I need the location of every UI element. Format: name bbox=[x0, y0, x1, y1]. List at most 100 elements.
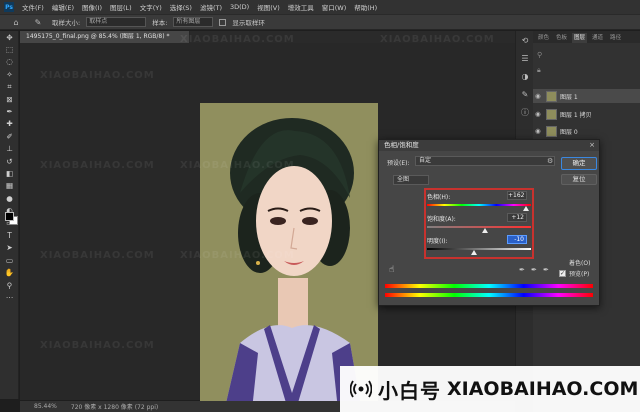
ok-button[interactable]: 确定 bbox=[561, 157, 597, 170]
quick-select-tool-icon[interactable]: ✧ bbox=[0, 68, 19, 80]
menu-file[interactable]: 文件(F) bbox=[22, 2, 44, 12]
healing-brush-icon[interactable]: ✚ bbox=[0, 118, 19, 130]
brush-tool-icon[interactable]: ✐ bbox=[0, 130, 19, 142]
move-tool-icon[interactable]: ✥ bbox=[0, 31, 19, 43]
watermark-text: XIAOBAIHAO.COM bbox=[380, 34, 495, 45]
broadcast-icon bbox=[350, 380, 372, 398]
properties-icon[interactable]: ☰ bbox=[516, 49, 534, 67]
preset-select[interactable]: 自定 bbox=[415, 156, 555, 166]
lightness-slider-thumb[interactable] bbox=[470, 250, 477, 255]
menu-3d[interactable]: 3D(D) bbox=[230, 3, 249, 11]
home-icon[interactable]: ⌂ bbox=[8, 17, 24, 28]
tab-swatches[interactable]: 色板 bbox=[554, 33, 569, 43]
menu-window[interactable]: 窗口(W) bbox=[322, 2, 347, 12]
saturation-value-input[interactable]: +12 bbox=[507, 213, 527, 222]
brand-url: XIAOBAIHAO.COM bbox=[447, 378, 639, 400]
options-bar: ⌂ ✎ 取样大小: 取样点 样本: 所有图层 显示取样环 bbox=[0, 14, 640, 30]
eyedropper-minus-icon[interactable]: ✒ bbox=[543, 266, 549, 274]
saturation-slider-track[interactable] bbox=[427, 226, 531, 228]
preview-toggle[interactable]: ✓ 预览(P) bbox=[559, 269, 589, 278]
menu-view[interactable]: 视图(V) bbox=[257, 2, 280, 12]
dialog-title-bar[interactable]: 色相/饱和度 × bbox=[379, 140, 599, 151]
layer-row[interactable]: ◉ 图层 1 拷贝 bbox=[533, 107, 640, 121]
close-icon[interactable]: × bbox=[589, 140, 595, 151]
foreground-color-swatch[interactable] bbox=[5, 212, 14, 221]
clone-stamp-icon[interactable]: ⊥ bbox=[0, 143, 19, 155]
type-tool-icon[interactable]: T bbox=[0, 229, 19, 241]
hand-tool-icon[interactable]: ✋ bbox=[0, 266, 19, 278]
zoom-level[interactable]: 85.44% bbox=[34, 403, 57, 410]
sample-label: 样本: bbox=[152, 19, 168, 27]
menu-layer[interactable]: 图层(L) bbox=[110, 2, 132, 12]
eyedropper-plus-icon[interactable]: ✒ bbox=[531, 266, 537, 274]
watermark-text: XIAOBAIHAO.COM bbox=[180, 250, 295, 261]
photoshop-logo-icon[interactable]: Ps bbox=[4, 2, 14, 12]
blur-tool-icon[interactable]: ● bbox=[0, 192, 19, 204]
hue-label: 色相(H): bbox=[427, 194, 451, 201]
hue-saturation-dialog: 色相/饱和度 × 预设(E): 自定 ⚙ 确定 复位 全图 色相(H): +16… bbox=[378, 139, 600, 306]
hue-slider-track[interactable] bbox=[427, 204, 531, 206]
history-brush-icon[interactable]: ↺ bbox=[0, 155, 19, 167]
watermark-text: XIAOBAIHAO.COM bbox=[180, 34, 295, 45]
path-select-icon[interactable]: ➤ bbox=[0, 242, 19, 254]
watermark-text: XIAOBAIHAO.COM bbox=[40, 70, 155, 81]
gear-icon[interactable]: ⚙ bbox=[547, 157, 553, 165]
lightness-value-input[interactable]: -10 bbox=[507, 235, 527, 244]
eyedropper-icon[interactable]: ✒ bbox=[0, 105, 19, 117]
menu-edit[interactable]: 编辑(E) bbox=[52, 2, 74, 12]
history-icon[interactable]: ⟲ bbox=[516, 31, 534, 49]
menu-filter[interactable]: 滤镜(T) bbox=[200, 2, 222, 12]
lightness-slider-track[interactable] bbox=[427, 248, 531, 250]
sample-layers-select[interactable]: 所有图层 bbox=[173, 17, 214, 27]
watermark-text: XIAOBAIHAO.COM bbox=[180, 160, 295, 171]
brush-settings-icon[interactable]: ✎ bbox=[516, 85, 534, 103]
layer-row[interactable]: ◉ 图层 1 bbox=[533, 89, 640, 103]
colorize-label[interactable]: 着色(O) bbox=[569, 258, 590, 267]
reset-button[interactable]: 复位 bbox=[561, 174, 597, 185]
channel-select[interactable]: 全图 bbox=[393, 175, 429, 185]
filter-icon[interactable]: ⚲ bbox=[537, 51, 542, 59]
crop-tool-icon[interactable]: ⌗ bbox=[0, 81, 19, 93]
brand-watermark-banner: 小白号 XIAOBAIHAO.COM bbox=[340, 366, 640, 412]
tab-layers[interactable]: 图层 bbox=[572, 33, 588, 43]
info-icon[interactable]: ⓘ bbox=[516, 103, 534, 121]
gradient-tool-icon[interactable]: ▦ bbox=[0, 180, 19, 192]
more-tools-icon[interactable]: ⋯ bbox=[0, 291, 19, 303]
tab-color[interactable]: 颜色 bbox=[536, 33, 551, 43]
layer-thumbnail bbox=[546, 90, 557, 102]
layer-thumbnail bbox=[546, 125, 557, 137]
menu-image[interactable]: 图像(I) bbox=[82, 2, 102, 12]
eye-icon[interactable]: ◉ bbox=[535, 110, 543, 118]
menu-plugins[interactable]: 增效工具 bbox=[288, 2, 314, 12]
menu-help[interactable]: 帮助(H) bbox=[354, 2, 377, 12]
eye-icon[interactable]: ◉ bbox=[535, 127, 543, 135]
tab-channels[interactable]: 通道 bbox=[590, 33, 605, 43]
saturation-slider-thumb[interactable] bbox=[482, 228, 489, 233]
layer-row[interactable]: ◉ 图层 0 bbox=[533, 124, 640, 138]
adjustments-icon[interactable]: ◑ bbox=[516, 67, 534, 85]
document-tab[interactable]: 1495175_0_final.png @ 85.4% (图层 1, RGB/8… bbox=[20, 31, 190, 43]
tab-paths[interactable]: 路径 bbox=[608, 33, 623, 43]
sample-size-select[interactable]: 取样点 bbox=[86, 17, 147, 27]
eraser-tool-icon[interactable]: ◧ bbox=[0, 167, 19, 179]
eyedropper-tool-icon[interactable]: ✎ bbox=[30, 17, 46, 28]
menu-select[interactable]: 选择(S) bbox=[170, 2, 192, 12]
dialog-title: 色相/饱和度 bbox=[384, 141, 419, 149]
brand-name: 小白号 bbox=[378, 378, 441, 403]
hue-slider-thumb[interactable] bbox=[522, 206, 529, 211]
menu-type[interactable]: 文字(Y) bbox=[140, 2, 162, 12]
targeted-adjustment-hand-icon[interactable]: ☝ bbox=[389, 265, 394, 275]
preview-checkbox[interactable]: ✓ bbox=[559, 270, 566, 277]
eyedropper-icon[interactable]: ✒ bbox=[519, 266, 525, 274]
layer-name: 图层 1 bbox=[560, 93, 578, 101]
frame-tool-icon[interactable]: ⊠ bbox=[0, 93, 19, 105]
document-dimensions: 720 像素 x 1280 像素 (72 ppi) bbox=[70, 404, 159, 411]
zoom-tool-icon[interactable]: ⚲ bbox=[0, 279, 19, 291]
hue-value-input[interactable]: +162 bbox=[507, 191, 527, 200]
lock-icon[interactable]: 🔒︎ bbox=[537, 66, 541, 75]
marquee-tool-icon[interactable]: ⬚ bbox=[0, 43, 19, 55]
rectangle-tool-icon[interactable]: ▭ bbox=[0, 254, 19, 266]
show-sampling-ring-checkbox[interactable] bbox=[219, 18, 227, 26]
lasso-tool-icon[interactable]: ◌ bbox=[0, 56, 19, 68]
eye-icon[interactable]: ◉ bbox=[535, 92, 543, 100]
